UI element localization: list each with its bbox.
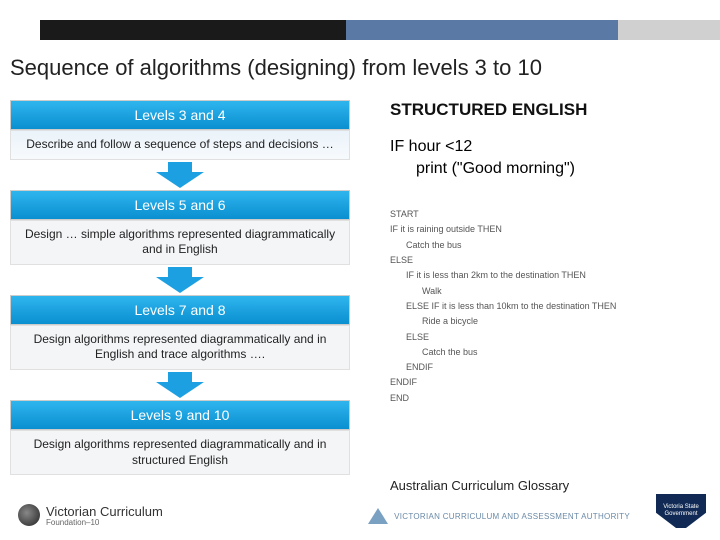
pseudocode-block: START IF it is raining outside THEN Catc…	[390, 207, 710, 406]
page-title: Sequence of algorithms (designing) from …	[10, 55, 542, 81]
arrow-icon	[10, 372, 350, 400]
code-line: ELSE	[390, 253, 710, 268]
logo-text: Victorian Curriculum Foundation–10	[46, 504, 163, 527]
level-head: Levels 3 and 4	[10, 100, 350, 130]
code-line: Walk	[422, 284, 710, 299]
code-line: IF hour <12	[390, 136, 710, 158]
code-line: print ("Good morning")	[416, 158, 710, 180]
code-line: IF it is less than 2km to the destinatio…	[406, 268, 710, 283]
header-bar	[40, 20, 720, 40]
code-line: ENDIF	[406, 360, 710, 375]
level-block: Levels 7 and 8 Design algorithms represe…	[10, 295, 350, 370]
code-line: ELSE IF it is less than 10km to the dest…	[406, 299, 710, 314]
code-line: START	[390, 207, 710, 222]
right-column: STRUCTURED ENGLISH IF hour <12 print ("G…	[390, 100, 710, 406]
triangle-icon	[368, 508, 388, 524]
code-line: END	[390, 391, 710, 406]
level-body: Design … simple algorithms represented d…	[10, 220, 350, 265]
logo-mark-icon	[18, 504, 40, 526]
logo-name: Victorian Curriculum	[46, 504, 163, 519]
level-body: Design algorithms represented diagrammat…	[10, 430, 350, 475]
level-head: Levels 9 and 10	[10, 400, 350, 430]
victoria-shield-icon: Victoria State Government	[656, 494, 706, 528]
level-block: Levels 9 and 10 Design algorithms repres…	[10, 400, 350, 475]
level-body: Design algorithms represented diagrammat…	[10, 325, 350, 370]
logo-sub: Foundation–10	[46, 519, 163, 527]
level-body: Describe and follow a sequence of steps …	[10, 130, 350, 160]
structured-english-code: IF hour <12 print ("Good morning")	[390, 136, 710, 179]
arrow-icon	[10, 162, 350, 190]
code-line: ELSE	[406, 330, 710, 345]
level-block: Levels 5 and 6 Design … simple algorithm…	[10, 190, 350, 265]
vcaa-logo: VICTORIAN CURRICULUM AND ASSESSMENT AUTH…	[368, 508, 630, 524]
arrow-icon	[10, 267, 350, 295]
glossary-label: Australian Curriculum Glossary	[390, 478, 569, 493]
victorian-curriculum-logo: Victorian Curriculum Foundation–10	[18, 504, 163, 527]
code-line: IF it is raining outside THEN	[390, 222, 710, 237]
level-head: Levels 5 and 6	[10, 190, 350, 220]
code-line: Catch the bus	[406, 238, 710, 253]
structured-english-heading: STRUCTURED ENGLISH	[390, 100, 710, 120]
code-line: Ride a bicycle	[422, 314, 710, 329]
footer: Victorian Curriculum Foundation–10 VICTO…	[0, 496, 720, 534]
level-block: Levels 3 and 4 Describe and follow a seq…	[10, 100, 350, 160]
code-line: ENDIF	[390, 375, 710, 390]
level-head: Levels 7 and 8	[10, 295, 350, 325]
vcaa-text: VICTORIAN CURRICULUM AND ASSESSMENT AUTH…	[394, 512, 630, 521]
code-line: Catch the bus	[422, 345, 710, 360]
shield-text: Victoria State Government	[656, 504, 706, 517]
levels-column: Levels 3 and 4 Describe and follow a seq…	[10, 100, 350, 479]
